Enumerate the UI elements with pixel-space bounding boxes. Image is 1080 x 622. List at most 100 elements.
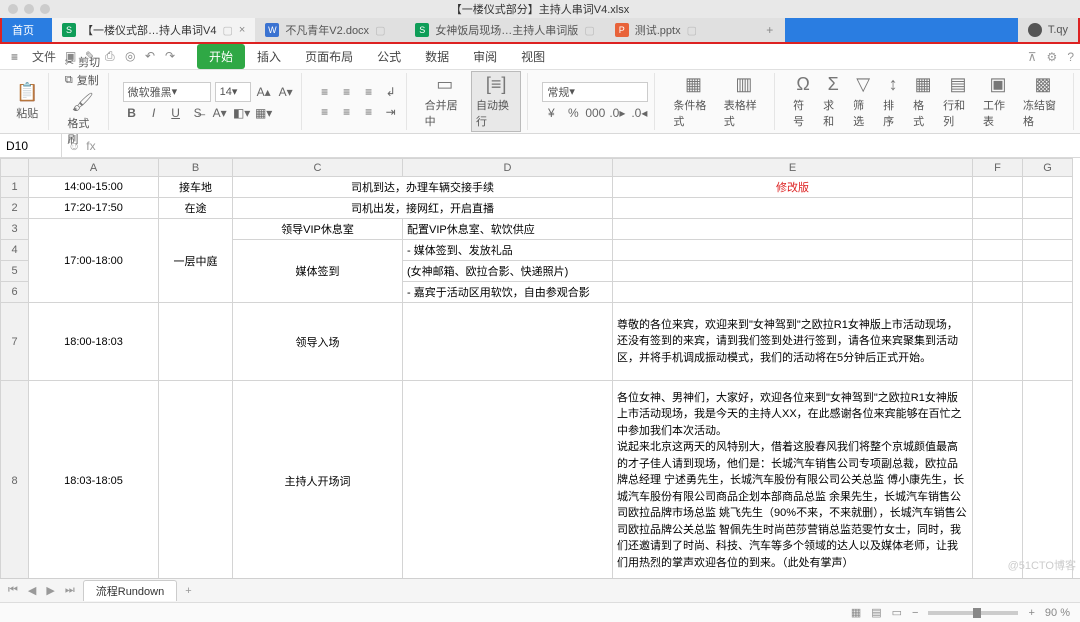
comma-icon[interactable]: 000 [586,104,604,122]
bold-button[interactable]: B [123,104,141,122]
col-header[interactable]: D [403,159,613,177]
cell[interactable] [1023,240,1073,261]
cell[interactable]: 尊敬的各位来宾，欢迎来到"女神驾到"之欧拉R1女神版上市活动现场，还没有签到的来… [613,303,973,381]
cell[interactable] [613,198,973,219]
cell[interactable]: 17:00-18:00 [29,219,159,303]
row-header[interactable]: 3 [1,219,29,240]
user-area[interactable]: T.qy [1018,18,1078,42]
align-right-icon[interactable]: ≡ [360,103,378,121]
cell[interactable] [1023,303,1073,381]
window-controls[interactable] [8,4,50,14]
cond-format-button[interactable]: ▦条件格式 [669,72,717,131]
menu-tab-review[interactable]: 审阅 [461,44,509,69]
cell[interactable]: - 媒体签到、发放礼品 [403,240,613,261]
cell[interactable]: 司机到达，办理车辆交接手续 [233,177,613,198]
redo-icon[interactable]: ↷ [165,49,181,65]
cell[interactable]: 领导VIP休息室 [233,219,403,240]
strike-button[interactable]: S̶ [189,104,207,122]
italic-button[interactable]: I [145,104,163,122]
popout-icon[interactable]: ▢ [584,24,594,37]
cell[interactable] [973,177,1023,198]
cell[interactable]: 接车地 [159,177,233,198]
cell[interactable] [613,240,973,261]
cell[interactable] [1023,219,1073,240]
row-header[interactable]: 6 [1,282,29,303]
fx-icon[interactable]: ☺ [68,139,80,153]
cell[interactable] [159,381,233,579]
popout-icon[interactable]: ▢ [375,24,385,37]
cell[interactable]: 在途 [159,198,233,219]
cell[interactable] [1023,282,1073,303]
font-size-select[interactable]: 14 ▾ [215,82,251,102]
tab-document-2[interactable]: S 女神饭局现场…主持人串词版 ▢ [405,18,604,42]
help-icon[interactable]: ? [1067,50,1074,64]
cell[interactable]: 司机出发，接网红，开启直播 [233,198,613,219]
merge-center-button[interactable]: ▭合并居中 [421,72,469,131]
sort-button[interactable]: ↕排序 [879,72,907,131]
add-tab-button[interactable]: + [755,18,785,42]
sum-button[interactable]: Σ求和 [819,72,847,131]
cut-button[interactable]: ✂剪切 [65,54,100,70]
cell[interactable]: (女神邮箱、欧拉合影、快递照片) [403,261,613,282]
preview-icon[interactable]: ◎ [125,49,141,65]
decimal-dec-icon[interactable]: .0◂ [630,104,648,122]
spreadsheet-grid[interactable]: A B C D E F G 1 14:00-15:00 接车地 司机到达，办理车… [0,158,1080,578]
cell[interactable]: 17:20-17:50 [29,198,159,219]
filter-button[interactable]: ▽筛选 [849,72,877,131]
cell[interactable]: 配置VIP休息室、软饮供应 [403,219,613,240]
zoom-level[interactable]: 90 % [1045,607,1070,619]
menu-tab-insert[interactable]: 插入 [245,44,293,69]
col-header[interactable]: A [29,159,159,177]
sheet-nav-next-icon[interactable]: ▶ [44,584,56,597]
table-style-button[interactable]: ▥表格样式 [720,72,768,131]
col-header[interactable]: C [233,159,403,177]
minimize-ribbon-icon[interactable]: ⊼ [1028,50,1037,64]
underline-button[interactable]: U [167,104,185,122]
menu-tab-layout[interactable]: 页面布局 [293,44,365,69]
undo-icon[interactable]: ↶ [145,49,161,65]
name-box[interactable]: D10 [0,134,62,157]
popout-icon[interactable]: ▢ [687,24,697,37]
print-icon[interactable]: ⎙ [105,49,121,65]
row-header[interactable]: 7 [1,303,29,381]
row-header[interactable]: 5 [1,261,29,282]
cell[interactable]: 一层中庭 [159,219,233,303]
menu-tab-view[interactable]: 视图 [509,44,557,69]
wrap-icon[interactable]: ↲ [382,83,400,101]
percent-icon[interactable]: % [564,104,582,122]
app-menu-icon[interactable]: ≡ [6,47,23,67]
align-bottom-icon[interactable]: ≡ [360,83,378,101]
decrease-font-icon[interactable]: A▾ [277,83,295,101]
cell[interactable] [1023,381,1073,579]
zoom-slider[interactable] [928,611,1018,615]
cell[interactable] [973,381,1023,579]
row-header[interactable]: 4 [1,240,29,261]
cell[interactable] [973,303,1023,381]
currency-icon[interactable]: ¥ [542,104,560,122]
menu-tab-formula[interactable]: 公式 [365,44,413,69]
cell[interactable]: 主持人开场词 [233,381,403,579]
rowcol-button[interactable]: ▤行和列 [939,72,977,131]
cell[interactable] [613,282,973,303]
cell[interactable] [973,282,1023,303]
align-left-icon[interactable]: ≡ [316,103,334,121]
align-middle-icon[interactable]: ≡ [338,83,356,101]
view-normal-icon[interactable]: ▦ [851,606,861,619]
font-name-select[interactable]: 微软雅黑 ▾ [123,82,211,102]
cell[interactable]: 媒体签到 [233,240,403,303]
decimal-inc-icon[interactable]: .0▸ [608,104,626,122]
row-header[interactable]: 2 [1,198,29,219]
sheet-nav-first-icon[interactable]: ⏮ [6,584,20,597]
fill-color-button[interactable]: ◧▾ [233,104,251,122]
cell[interactable] [973,198,1023,219]
cell[interactable] [613,261,973,282]
sheet-nav-last-icon[interactable]: ⏭ [63,584,77,597]
cell[interactable] [159,303,233,381]
col-header[interactable]: G [1023,159,1073,177]
sheet-nav-prev-icon[interactable]: ◀ [26,584,38,597]
close-icon[interactable]: × [239,24,245,36]
view-break-icon[interactable]: ▭ [892,606,902,619]
col-header[interactable]: B [159,159,233,177]
border-button[interactable]: ▦▾ [255,104,273,122]
select-all-corner[interactable] [1,159,29,177]
